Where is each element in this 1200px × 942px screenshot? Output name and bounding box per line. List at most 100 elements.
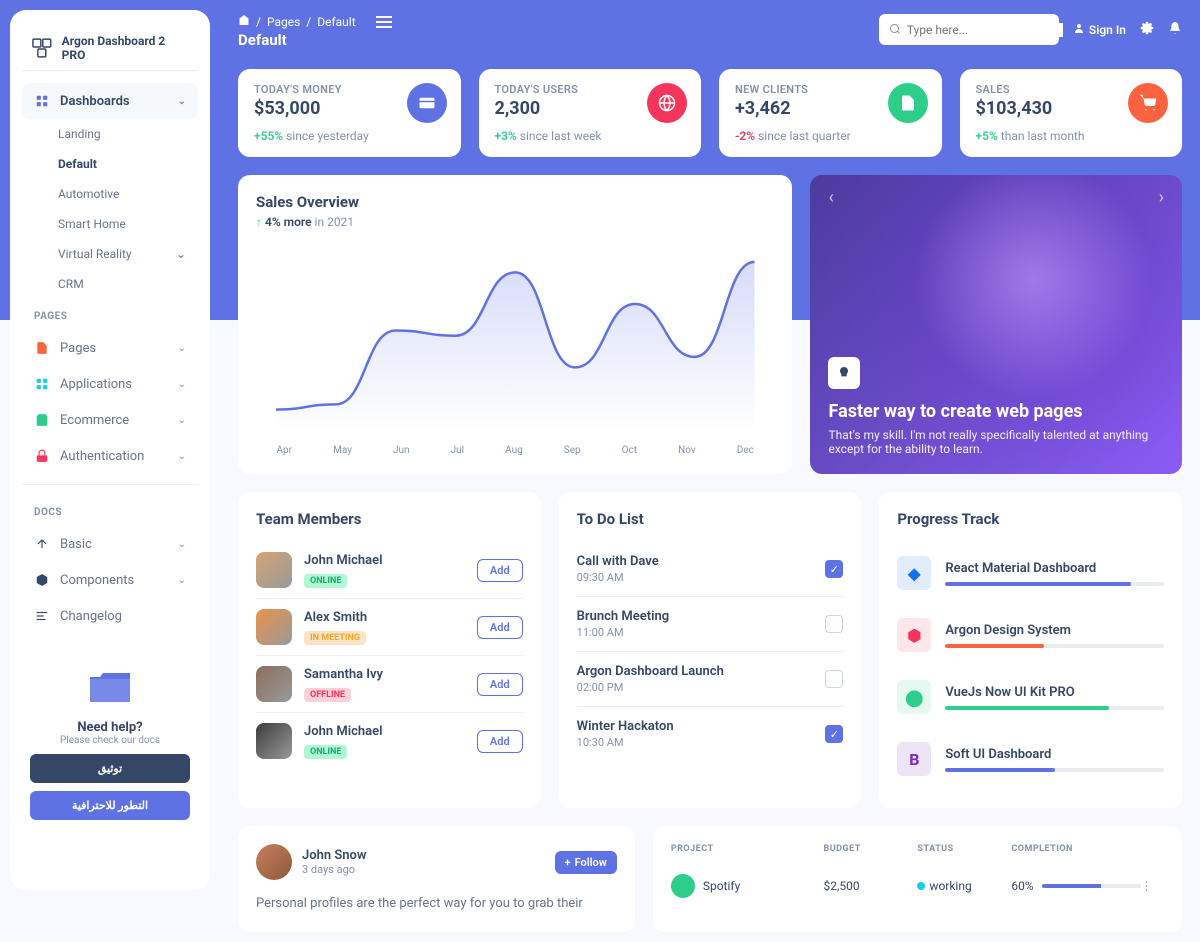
bell-icon[interactable]	[1168, 20, 1182, 39]
home-icon[interactable]	[238, 14, 250, 29]
lightbulb-icon	[828, 357, 860, 389]
member-name: John Michael	[304, 553, 383, 568]
sub-vr[interactable]: Virtual Reality⌄	[22, 239, 198, 269]
nav-authentication[interactable]: Authentication⌄	[22, 438, 198, 474]
nav-components[interactable]: Components⌄	[22, 562, 198, 598]
nav-applications[interactable]: Applications⌄	[22, 366, 198, 402]
todo-row: Brunch Meeting11:00 AM	[577, 596, 844, 651]
post-author: John Snow	[302, 848, 367, 863]
apps-icon	[34, 376, 50, 392]
track-item-title: Argon Design System	[945, 623, 1164, 638]
brand-icon	[30, 36, 54, 60]
ecommerce-icon	[34, 412, 50, 428]
row-menu-icon[interactable]: ⋮	[1141, 879, 1164, 893]
track-item-title: VueJs Now UI Kit PRO	[945, 685, 1164, 700]
chevron-down-icon: ⌄	[178, 451, 186, 462]
stat-change: +55% since yesterday	[254, 129, 445, 143]
checkbox[interactable]: ✓	[825, 725, 843, 743]
chart-x-labels: AprMayJunJulAugSepOctNovDec	[256, 445, 774, 456]
breadcrumb-current: Default	[317, 15, 355, 29]
todo-row: Call with Dave09:30 AM ✓	[577, 542, 844, 596]
chevron-left-icon[interactable]: ‹	[828, 187, 833, 208]
chevron-right-icon[interactable]: ›	[1159, 187, 1164, 208]
stat-change: +5% than last month	[976, 129, 1167, 143]
promo-card[interactable]: ‹› Faster way to create web pages That's…	[810, 175, 1182, 474]
stat-icon	[1128, 83, 1168, 123]
add-button[interactable]: Add	[477, 673, 523, 696]
add-button[interactable]: Add	[477, 730, 523, 753]
sales-overview-card: Sales Overview ↑ 4% more in 2021 AprMayJ…	[238, 175, 792, 474]
avatar	[256, 609, 292, 645]
search-box[interactable]	[879, 14, 1059, 45]
completion-pct: 60%	[1011, 879, 1033, 893]
components-icon	[34, 572, 50, 588]
team-title: Team Members	[256, 510, 523, 528]
breadcrumb-pages[interactable]: Pages	[267, 15, 300, 29]
follow-button[interactable]: +Follow	[555, 851, 617, 874]
th-completion: COMPLETION	[1011, 844, 1140, 854]
chevron-down-icon: ⌄	[178, 379, 186, 390]
nav-basic[interactable]: Basic⌄	[22, 526, 198, 562]
nav-pages[interactable]: Pages⌄	[22, 330, 198, 366]
dashboard-icon	[34, 93, 50, 109]
stat-card: TODAY'S USERS 2,300 +3% since last week	[479, 69, 702, 157]
sub-automotive[interactable]: Automotive	[22, 179, 198, 209]
todo-item-time: 02:00 PM	[577, 681, 724, 694]
gear-icon[interactable]	[1140, 20, 1154, 39]
add-button[interactable]: Add	[477, 616, 523, 639]
todo-item-title: Argon Dashboard Launch	[577, 664, 724, 679]
avatar	[256, 552, 292, 588]
member-name: Samantha Ivy	[304, 667, 383, 682]
signin-link[interactable]: Sign In	[1073, 22, 1126, 37]
chart-title: Sales Overview	[256, 193, 774, 211]
search-input[interactable]	[907, 23, 1063, 37]
th-budget: BUDGET	[823, 844, 917, 854]
sidebar: Argon Dashboard 2 PRO Dashboards ⌄ Landi…	[10, 10, 210, 890]
team-row: Samantha IvyOFFLINE Add	[256, 655, 523, 712]
chevron-down-icon: ⌄	[178, 343, 186, 354]
todo-row: Winter Hackaton 10:30 AM ✓	[577, 706, 844, 761]
brand[interactable]: Argon Dashboard 2 PRO	[22, 26, 198, 71]
breadcrumb: / Pages / Default	[238, 14, 356, 29]
add-button[interactable]: Add	[477, 559, 523, 582]
nav-dashboards[interactable]: Dashboards ⌄	[22, 83, 198, 119]
chart-area	[256, 241, 774, 441]
sub-crm[interactable]: CRM	[22, 269, 198, 299]
avatar	[256, 723, 292, 759]
arrow-up-icon: ↑	[256, 215, 262, 229]
sub-default[interactable]: Default	[22, 149, 198, 179]
track-row: ⬢ Argon Design System	[897, 604, 1164, 666]
project-icon	[671, 874, 695, 898]
help-title: Need help?	[30, 720, 190, 735]
chevron-down-icon: ⌄	[178, 415, 186, 426]
todo-item-time: 10:30 AM	[577, 736, 674, 749]
chevron-down-icon: ⌄	[176, 247, 186, 261]
nav-changelog[interactable]: Changelog	[22, 598, 198, 634]
todo-row: Argon Dashboard Launch 02:00 PM	[577, 651, 844, 706]
stat-icon	[888, 83, 928, 123]
checkbox[interactable]: ✓	[825, 560, 843, 578]
status-badge: IN MEETING	[304, 631, 366, 645]
todo-item-title: Winter Hackaton	[577, 719, 674, 734]
stat-card: NEW CLIENTS +3,462 -2% since last quarte…	[719, 69, 942, 157]
menu-toggle-icon[interactable]	[376, 16, 392, 28]
upgrade-button[interactable]: التطور للاحترافية	[30, 791, 190, 820]
checkbox[interactable]	[825, 670, 843, 688]
th-status: STATUS	[917, 844, 1011, 854]
team-row: Alex SmithIN MEETING Add	[256, 598, 523, 655]
todo-title: To Do List	[577, 510, 844, 528]
section-docs: DOCS	[22, 495, 198, 526]
docs-button[interactable]: توثيق	[30, 754, 190, 783]
post-time: 3 days ago	[302, 863, 367, 876]
user-icon	[1073, 22, 1085, 37]
avatar	[256, 844, 292, 880]
track-icon: ⬤	[897, 680, 931, 714]
topbar: / Pages / Default Default Sign In	[238, 10, 1182, 61]
nav-ecommerce[interactable]: Ecommerce⌄	[22, 402, 198, 438]
checkbox[interactable]	[825, 615, 843, 633]
sub-smarthome[interactable]: Smart Home	[22, 209, 198, 239]
chart-subtitle: ↑ 4% more in 2021	[256, 215, 774, 229]
sub-landing[interactable]: Landing	[22, 119, 198, 149]
projects-table-card: PROJECT BUDGET STATUS COMPLETION Spotify…	[653, 826, 1182, 932]
progress-track-card: Progress Track ◆ React Material Dashboar…	[879, 492, 1182, 808]
